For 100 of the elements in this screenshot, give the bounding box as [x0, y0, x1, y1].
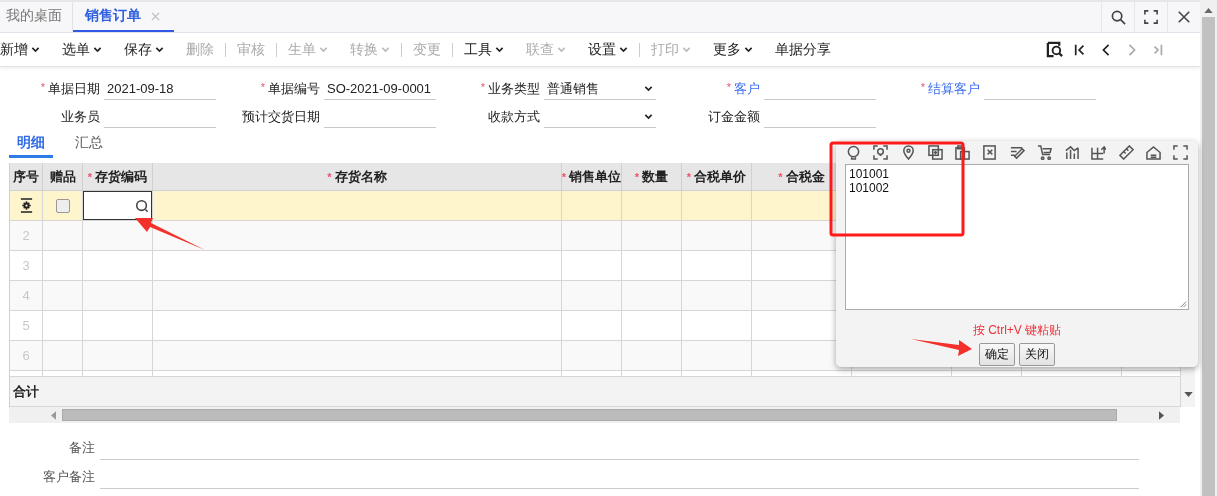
- paste-area[interactable]: 101001 101002: [845, 164, 1189, 310]
- toolbar-button[interactable]: 设置: [577, 40, 639, 59]
- checkbox[interactable]: [55, 198, 70, 213]
- bar-chart-icon[interactable]: [1064, 145, 1079, 160]
- house-icon[interactable]: [1145, 145, 1161, 160]
- required-mark: *: [561, 170, 567, 183]
- chevron-icon: [644, 112, 653, 121]
- field-label: 客户备注: [42, 468, 96, 486]
- dialog-button[interactable]: 确定: [979, 343, 1015, 366]
- pen-lines-icon[interactable]: [1009, 145, 1025, 160]
- dropdown-chevron-icon: [619, 45, 628, 54]
- dropdown-chevron-icon: [744, 45, 753, 54]
- table-cell: [622, 341, 682, 371]
- resize-grip-icon[interactable]: [1178, 299, 1187, 308]
- toolbar-button[interactable]: 新增: [0, 40, 51, 59]
- section-tab[interactable]: 明细: [9, 134, 53, 158]
- column-header: 存货编码: [95, 167, 148, 186]
- required-mark: *: [260, 81, 265, 93]
- pointer-arrow: [135, 218, 205, 250]
- table-cell: [682, 281, 752, 311]
- field-label[interactable]: 结算客户: [928, 81, 980, 96]
- field-label[interactable]: 客户: [734, 81, 760, 96]
- scroll-right-icon[interactable]: [1159, 410, 1164, 420]
- dropdown-chevron-icon: [682, 45, 691, 54]
- scrollbar-thumb[interactable]: [62, 409, 1117, 421]
- dropdown-chevron-icon: [155, 45, 164, 54]
- dropdown-chevron-icon: [31, 45, 40, 54]
- document-cross-icon[interactable]: [982, 145, 998, 160]
- table-cell: [682, 341, 752, 371]
- required-mark: *: [634, 170, 640, 183]
- field-label: 单据日期: [48, 81, 100, 96]
- scroll-down-icon[interactable]: [1183, 392, 1193, 397]
- fullscreen-icon[interactable]: [1144, 10, 1158, 24]
- search-icon[interactable]: [135, 198, 149, 213]
- column-header: 存货名称: [334, 167, 387, 186]
- table-cell: [562, 281, 622, 311]
- toolbar-button[interactable]: 选单: [51, 40, 113, 59]
- dropdown-chevron-icon: [557, 45, 566, 54]
- required-mark: *: [726, 81, 731, 93]
- field-label: 业务员: [61, 109, 100, 124]
- pointer-arrow: [911, 339, 972, 356]
- table-cell: [562, 221, 622, 251]
- column-header: 赠品: [49, 167, 76, 186]
- table-cell: [83, 281, 153, 311]
- dropdown-chevron-icon: [381, 45, 390, 54]
- dropdown-chevron-icon: [319, 45, 328, 54]
- input-field[interactable]: 2021-09-18: [104, 78, 216, 100]
- required-mark: *: [87, 170, 93, 183]
- column-header: 合税金: [785, 167, 825, 186]
- input-field[interactable]: SO-2021-09-0001: [324, 78, 436, 100]
- grid-arrow-icon[interactable]: [1091, 145, 1107, 160]
- lightbulb-icon[interactable]: [846, 145, 861, 160]
- required-mark: *: [480, 81, 485, 93]
- dialog-button[interactable]: 关闭: [1019, 343, 1055, 366]
- fullscreen-icon[interactable]: [1173, 145, 1188, 160]
- paste-icon[interactable]: [955, 145, 970, 160]
- column-header: 销售单位: [569, 167, 622, 186]
- table-cell: [622, 281, 682, 311]
- field-label: 预计交货日期: [242, 109, 320, 124]
- gear-icon[interactable]: [18, 198, 34, 213]
- pasted-code: 101002: [849, 181, 891, 195]
- toolbar-button[interactable]: 工具: [453, 40, 515, 59]
- page-tab[interactable]: 销售订单: [85, 7, 141, 25]
- pasted-code: 101001: [849, 167, 891, 181]
- chevron-icon: [644, 84, 653, 93]
- search-icon[interactable]: [1110, 9, 1126, 25]
- dropdown-chevron-icon: [495, 45, 504, 54]
- select-field[interactable]: 普通销售: [544, 78, 656, 100]
- field-label: 订金金额: [708, 109, 760, 124]
- hint-text: 按 Ctrl+V 键粘贴: [972, 322, 1062, 339]
- column-header: 数量: [642, 167, 669, 186]
- column-header: 序号: [13, 167, 39, 186]
- table-cell: [562, 341, 622, 371]
- table-cell: [682, 221, 752, 251]
- field-label: 业务类型: [488, 81, 540, 96]
- required-mark: *: [920, 81, 925, 93]
- toolbar-button[interactable]: 保存: [113, 40, 175, 59]
- required-mark: *: [778, 170, 783, 183]
- section-tab[interactable]: 汇总: [67, 134, 111, 158]
- table-cell: [83, 341, 153, 371]
- field-label: 单据编号: [268, 81, 320, 96]
- close-icon[interactable]: [1177, 10, 1191, 24]
- input-field[interactable]: [83, 191, 152, 220]
- table-cell: [622, 221, 682, 251]
- toolbar-button[interactable]: 更多: [702, 40, 764, 59]
- dropdown-chevron-icon: [93, 45, 102, 54]
- field-label: 备注: [68, 439, 96, 457]
- ruler-icon[interactable]: [1118, 145, 1134, 160]
- location-pin-icon[interactable]: [900, 145, 916, 160]
- total-label: 合计: [12, 382, 39, 401]
- page-tab[interactable]: 我的桌面: [6, 7, 62, 25]
- scroll-up-icon[interactable]: [1204, 8, 1213, 13]
- copy-plus-icon[interactable]: [927, 145, 943, 160]
- column-header: 合税单价: [694, 167, 747, 186]
- scrollbar-thumb[interactable]: [1202, 17, 1215, 496]
- search-document-icon: [1045, 41, 1063, 58]
- lightbulb-frame-icon[interactable]: [873, 145, 889, 160]
- toolbar-button[interactable]: 单据分享: [764, 40, 842, 59]
- cart-icon[interactable]: [1036, 145, 1052, 160]
- required-mark: *: [686, 170, 692, 183]
